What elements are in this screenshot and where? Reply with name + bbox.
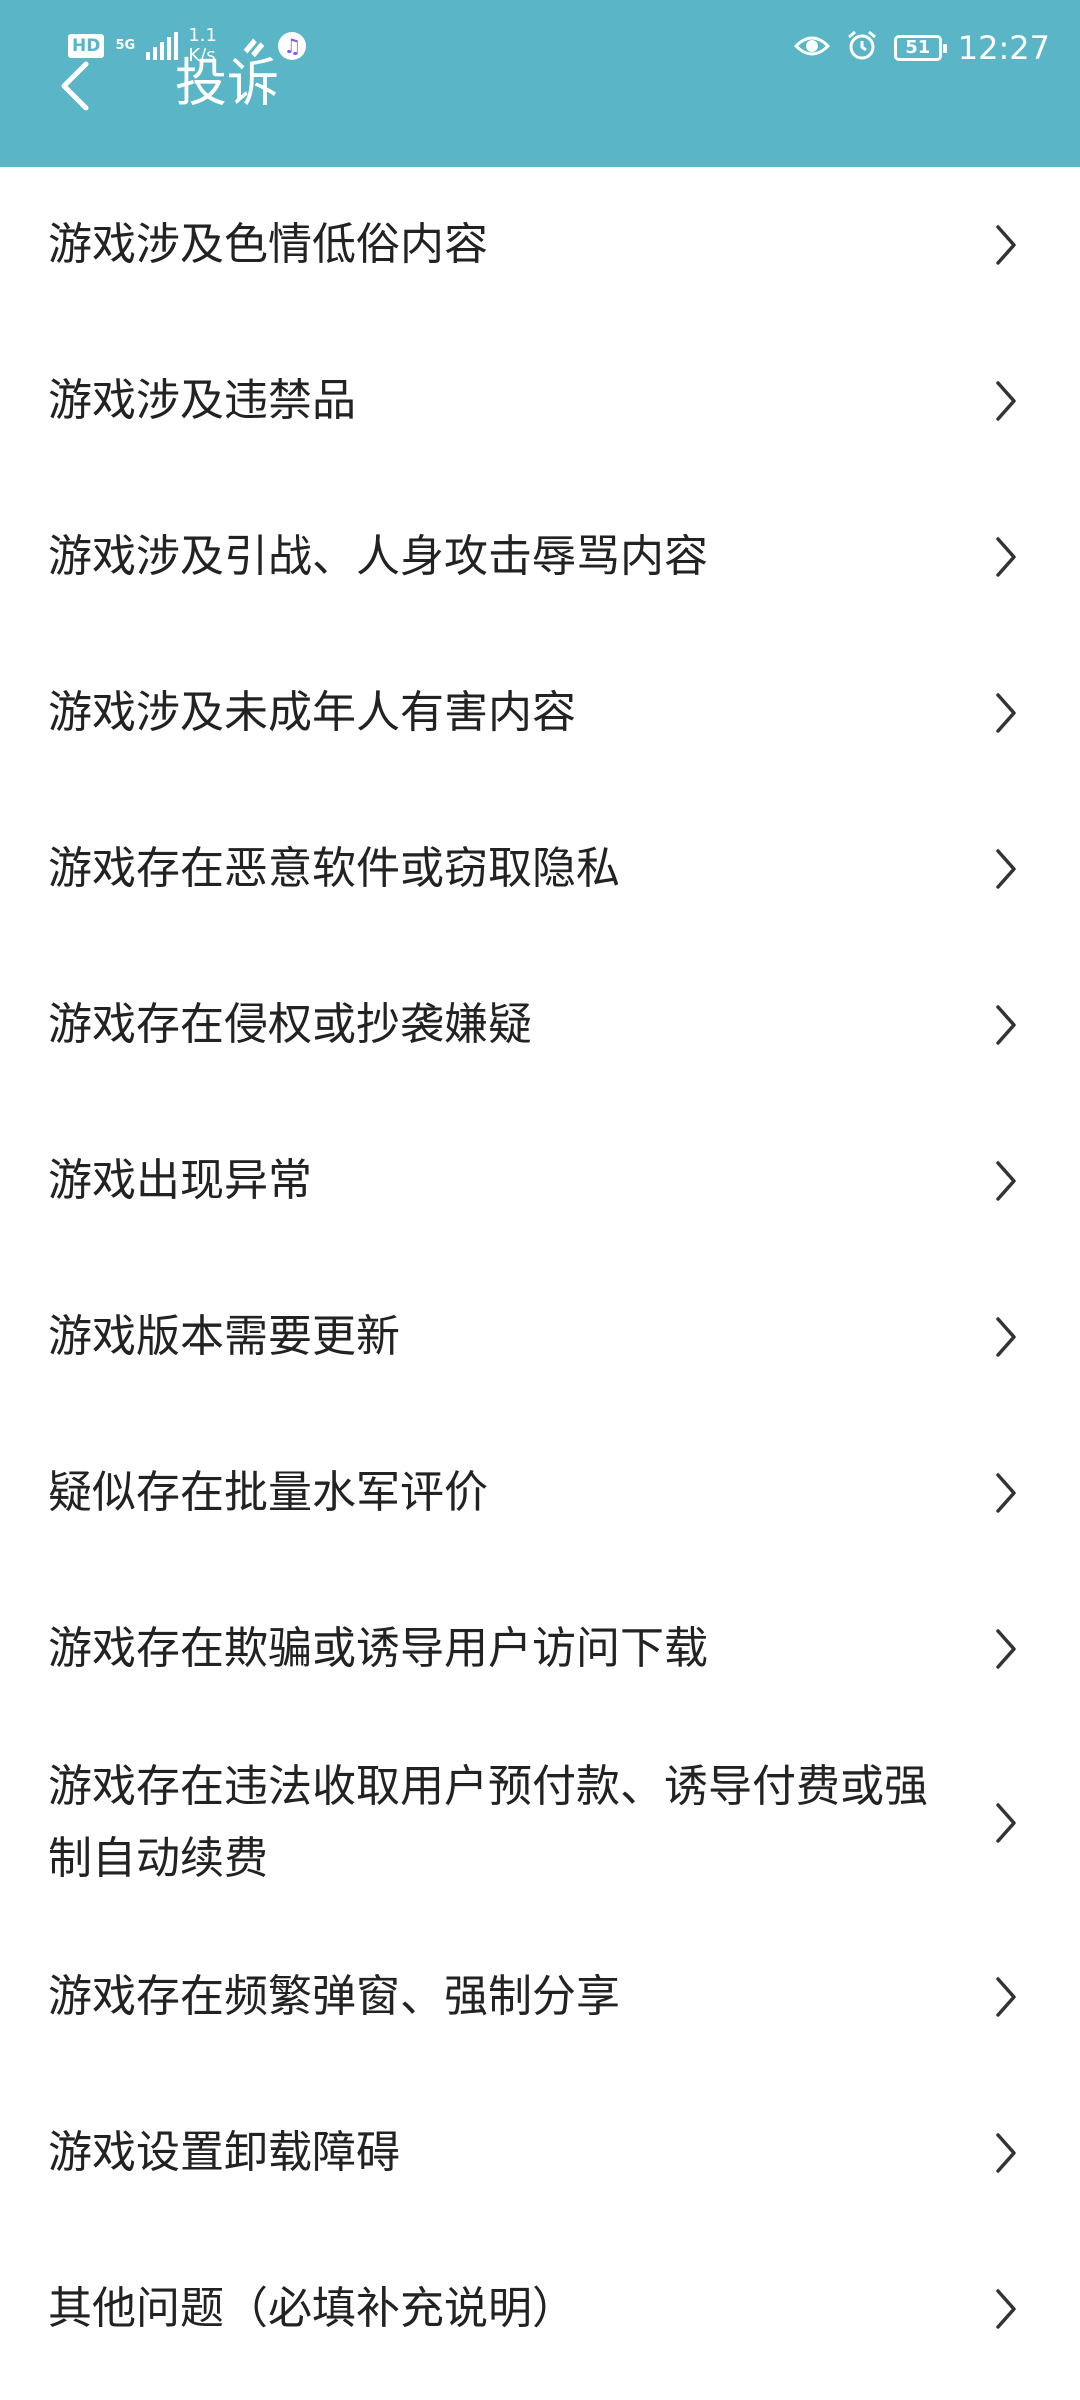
list-item[interactable]: 游戏存在恶意软件或窃取隐私 xyxy=(0,791,1080,947)
chevron-right-icon xyxy=(996,1473,1016,1513)
chevron-right-icon xyxy=(996,1005,1016,1045)
battery-level: 51 xyxy=(905,37,931,58)
status-bar: HD 5G 1.1 K/s ♫ 51 12:27 xyxy=(0,0,1080,100)
chevron-right-icon xyxy=(996,1803,1016,1843)
battery-icon: 51 xyxy=(893,35,947,61)
list-item[interactable]: 游戏涉及引战、人身攻击辱骂内容 xyxy=(0,479,1080,635)
list-item-label: 游戏存在频繁弹窗、强制分享 xyxy=(48,1971,620,2022)
clock-time: 12:27 xyxy=(957,29,1050,67)
chevron-right-icon xyxy=(996,1629,1016,1669)
list-item[interactable]: 游戏出现异常 xyxy=(0,1103,1080,1259)
chevron-right-icon xyxy=(996,849,1016,889)
list-item[interactable]: 游戏存在频繁弹窗、强制分享 xyxy=(0,1919,1080,2075)
list-item-label: 游戏涉及未成年人有害内容 xyxy=(48,687,576,738)
chevron-right-icon xyxy=(996,2289,1016,2329)
status-bar-right: 51 12:27 xyxy=(793,29,1050,67)
list-item-label: 游戏存在违法收取用户预付款、诱导付费或强制自动续费 xyxy=(48,1761,928,1884)
list-item-label: 游戏存在恶意软件或窃取隐私 xyxy=(48,843,620,894)
list-item-label: 游戏版本需要更新 xyxy=(48,1311,400,1362)
list-item-label: 其他问题（必填补充说明） xyxy=(48,2283,576,2334)
list-item[interactable]: 其他问题（必填补充说明） xyxy=(0,2231,1080,2387)
list-item-label: 游戏涉及色情低俗内容 xyxy=(48,219,488,270)
list-item-label: 游戏存在侵权或抄袭嫌疑 xyxy=(48,999,532,1050)
chevron-right-icon xyxy=(996,693,1016,733)
chevron-right-icon xyxy=(996,225,1016,265)
network-type: 5G xyxy=(115,38,136,53)
chevron-right-icon xyxy=(996,2133,1016,2173)
list-item-label: 游戏设置卸载障碍 xyxy=(48,2127,400,2178)
list-item-label: 疑似存在批量水军评价 xyxy=(48,1467,488,1518)
list-item[interactable]: 游戏设置卸载障碍 xyxy=(0,2075,1080,2231)
alarm-icon xyxy=(846,30,878,66)
music-icon: ♫ xyxy=(278,32,307,60)
list-item[interactable]: 游戏存在违法收取用户预付款、诱导付费或强制自动续费 xyxy=(0,1727,1080,1919)
list-item[interactable]: 游戏涉及违禁品 xyxy=(0,323,1080,479)
chevron-left-icon xyxy=(61,61,89,111)
chevron-right-icon xyxy=(996,1317,1016,1357)
chevron-right-icon xyxy=(996,1161,1016,1201)
app-header: HD 5G 1.1 K/s ♫ 51 12:27 投诉 xyxy=(0,0,1080,167)
back-button[interactable] xyxy=(40,46,110,126)
list-item[interactable]: 游戏存在欺骗或诱导用户访问下载 xyxy=(0,1571,1080,1727)
list-item-label: 游戏存在欺骗或诱导用户访问下载 xyxy=(48,1623,708,1674)
signal-icon xyxy=(146,32,179,60)
chevron-right-icon xyxy=(996,1977,1016,2017)
list-item-label: 游戏涉及引战、人身攻击辱骂内容 xyxy=(48,531,708,582)
list-item[interactable]: 疑似存在批量水军评价 xyxy=(0,1415,1080,1571)
complaint-reason-list: 游戏涉及色情低俗内容 游戏涉及违禁品 游戏涉及引战、人身攻击辱骂内容 游戏涉及未… xyxy=(0,167,1080,2387)
list-item[interactable]: 游戏涉及未成年人有害内容 xyxy=(0,635,1080,791)
list-item[interactable]: 游戏版本需要更新 xyxy=(0,1259,1080,1415)
list-item[interactable]: 游戏存在侵权或抄袭嫌疑 xyxy=(0,947,1080,1103)
eye-icon xyxy=(793,33,830,63)
chevron-right-icon xyxy=(996,381,1016,421)
list-item[interactable]: 游戏涉及色情低俗内容 xyxy=(0,167,1080,323)
list-item-label: 游戏涉及违禁品 xyxy=(48,375,356,426)
page-title: 投诉 xyxy=(175,54,280,114)
list-item-label: 游戏出现异常 xyxy=(48,1155,312,1206)
chevron-right-icon xyxy=(996,537,1016,577)
